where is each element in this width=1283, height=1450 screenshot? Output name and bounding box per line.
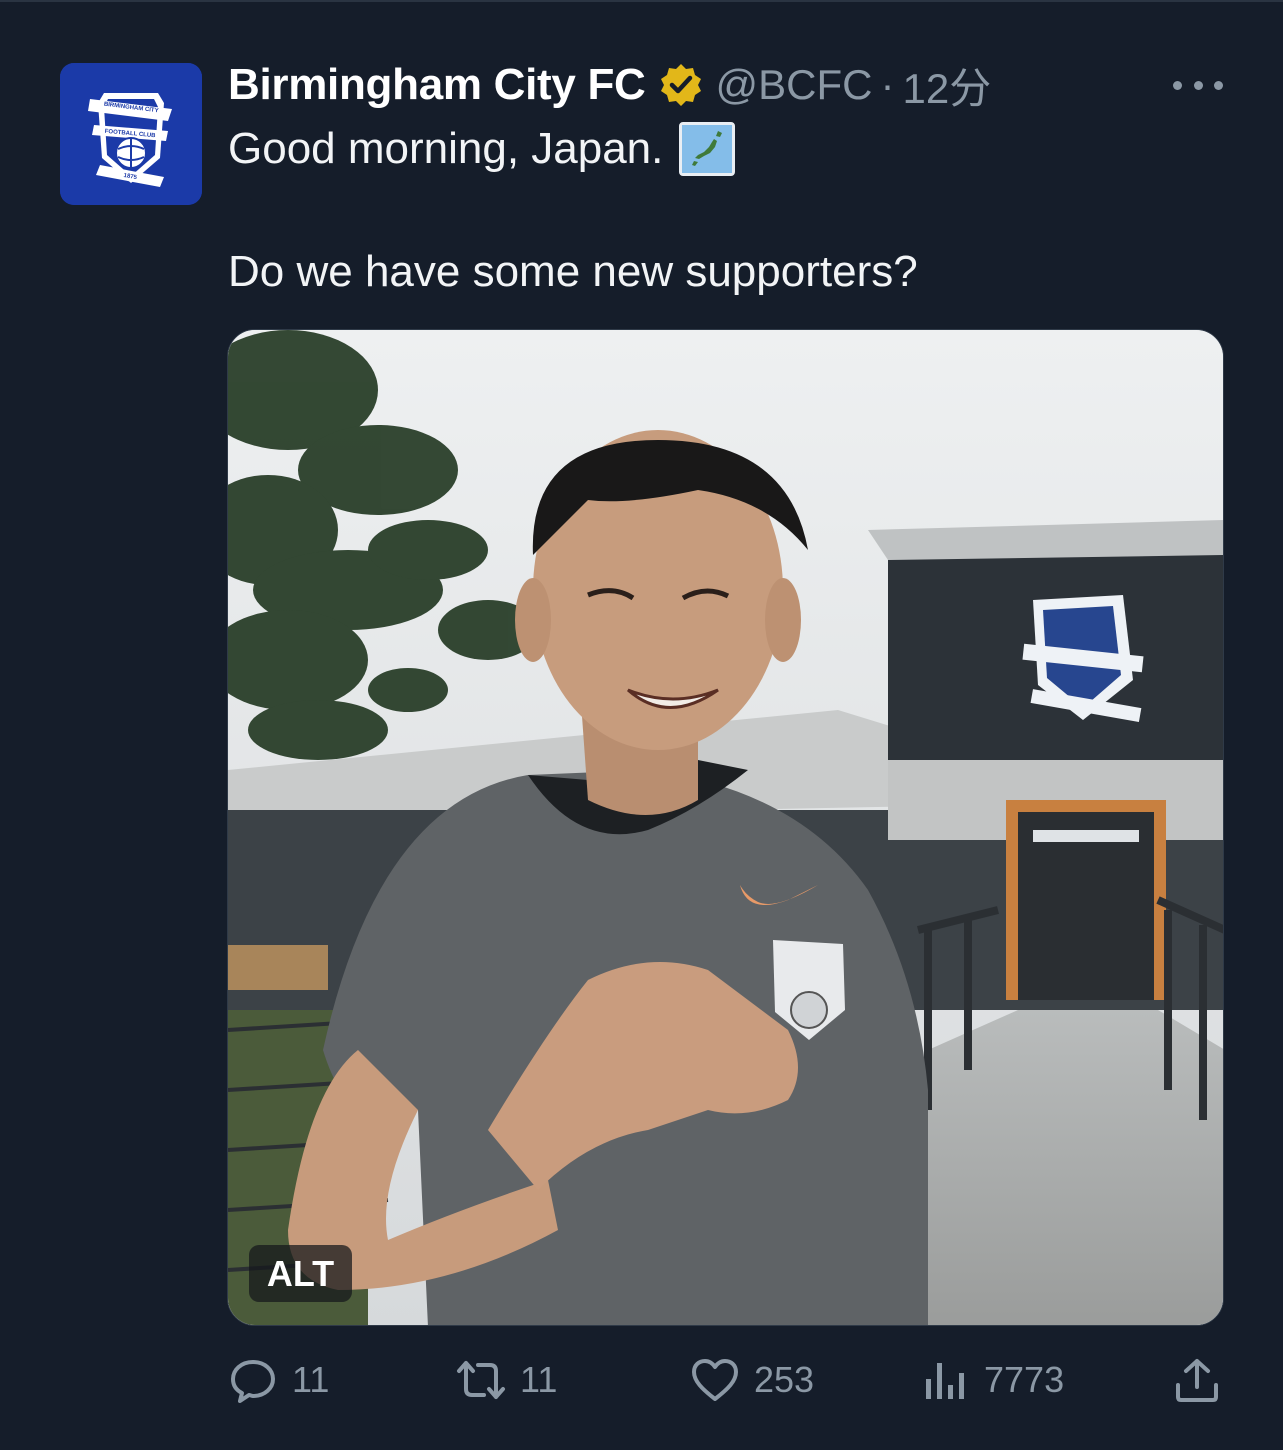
retweet-icon — [457, 1361, 505, 1399]
japan-map-emoji-icon — [679, 122, 736, 176]
alt-text-button[interactable]: ALT — [249, 1245, 352, 1302]
views-bar-chart-icon — [926, 1363, 964, 1399]
reply-icon — [231, 1360, 275, 1403]
share-icon — [1176, 1359, 1218, 1402]
avatar[interactable]: BIRMINGHAM CITY FOOTBALL CLUB 1875 — [60, 63, 202, 205]
photo-illustration — [228, 330, 1223, 1325]
verified-badge-icon[interactable] — [658, 62, 704, 108]
timestamp[interactable]: 12分 — [903, 55, 992, 116]
retweet-count: 11 — [520, 1359, 558, 1400]
retweet-button[interactable]: 11 — [456, 1350, 557, 1410]
views-button[interactable]: 7773 — [920, 1350, 1064, 1410]
reply-button[interactable]: 11 — [228, 1350, 329, 1410]
user-handle[interactable]: @BCFC — [716, 61, 873, 109]
tweet-photo[interactable] — [227, 329, 1224, 1326]
tweet[interactable]: BIRMINGHAM CITY FOOTBALL CLUB 1875 Birmi… — [0, 0, 1283, 1450]
separator-dot: · — [880, 61, 895, 108]
views-count: 7773 — [984, 1359, 1065, 1400]
more-options-icon[interactable] — [1173, 70, 1223, 100]
tweet-text-line-2: Do we have some new supporters? — [228, 247, 918, 296]
reply-count: 11 — [292, 1359, 330, 1400]
tweet-actions-bar: 11 11 253 7773 — [228, 1350, 1223, 1410]
heart-icon — [692, 1359, 738, 1401]
display-name[interactable]: Birmingham City FC — [228, 60, 646, 110]
like-count: 253 — [754, 1359, 815, 1400]
tweet-text-line-1: Good morning, Japan. — [228, 122, 736, 176]
like-button[interactable]: 253 — [690, 1350, 814, 1410]
club-crest-logo: BIRMINGHAM CITY FOOTBALL CLUB 1875 — [60, 63, 202, 205]
tweet-text-greeting: Good morning, Japan. — [228, 124, 664, 173]
share-button[interactable] — [1172, 1350, 1222, 1410]
tweet-header: Birmingham City FC @BCFC · 12分 — [228, 58, 991, 112]
